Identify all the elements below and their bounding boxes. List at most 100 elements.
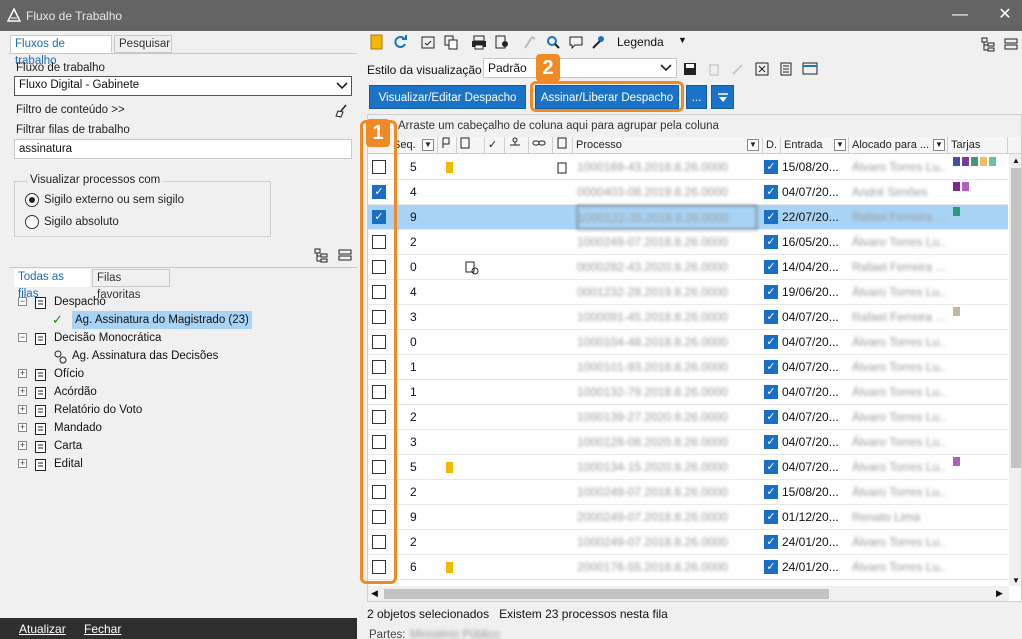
tree-node[interactable]: + Edital xyxy=(14,455,354,473)
column-flag[interactable] xyxy=(438,137,457,154)
table-row[interactable]: 3 1000128-08.2020.8.26.0000 ✓ 04/07/20... Ál… xyxy=(368,430,1008,455)
close-button[interactable]: Fechar xyxy=(84,622,121,636)
tree-expander-icon[interactable]: + xyxy=(18,441,27,450)
group-tree-icon[interactable] xyxy=(980,36,996,52)
broom-icon[interactable] xyxy=(334,103,350,119)
view-edit-dispatch-button[interactable]: Visualizar/Editar Despacho xyxy=(369,85,526,109)
tab-workflows[interactable]: Fluxos de trabalho xyxy=(10,35,112,67)
scroll-right-icon[interactable]: ▶ xyxy=(996,588,1003,599)
vertical-scrollbar[interactable]: ▲ ▼ xyxy=(1009,154,1021,586)
workflow-select[interactable]: Fluxo Digital - Gabinete xyxy=(14,76,352,96)
tab-search[interactable]: Pesquisar xyxy=(114,35,172,53)
search-user-icon[interactable] xyxy=(545,34,561,50)
tree-expander-icon[interactable]: + xyxy=(18,459,27,468)
export-excel-icon[interactable] xyxy=(754,61,770,77)
tree-expander-icon[interactable]: + xyxy=(18,405,27,414)
table-row[interactable]: 1 1000101-93.2018.8.26.0000 ✓ 04/07/20... Ál… xyxy=(368,355,1008,380)
filter-icon[interactable]: ▼ xyxy=(834,139,846,151)
table-row[interactable]: 5 1000134-15.2020.8.26.0000 ✓ 04/07/20... Ál… xyxy=(368,455,1008,480)
tab-all-queues[interactable]: Todas as filas xyxy=(14,269,90,300)
horizontal-scroll-thumb[interactable] xyxy=(384,589,829,599)
queue-filter-input[interactable]: assinatura xyxy=(14,139,352,159)
collapse-icon[interactable] xyxy=(1003,36,1019,52)
tree-node[interactable]: ✓ Ag. Assinatura do Magistrado (23) xyxy=(14,311,354,329)
table-row[interactable]: 5 1000169-43.2018.8.26.0000 ✓ 15/08/20... Ál… xyxy=(368,155,1008,180)
tree-expander-icon[interactable]: + xyxy=(18,387,27,396)
table-row[interactable]: 1 1000132-79.2018.8.26.0000 ✓ 04/07/20... Ál… xyxy=(368,380,1008,405)
tree-collapse-icon[interactable] xyxy=(337,247,353,263)
refresh-icon[interactable] xyxy=(392,34,408,50)
tree-node[interactable]: + Ofício xyxy=(14,365,354,383)
row-d-checkbox[interactable]: ✓ xyxy=(764,260,778,274)
radio-external-secrecy[interactable] xyxy=(25,193,39,207)
content-filter-link[interactable]: Filtro de conteúdo >> xyxy=(16,104,125,116)
table-row[interactable]: ✓ 9 1000122-35.2018.8.26.0000 ✓ 22/07/20... R… xyxy=(368,205,1008,230)
document-user-icon[interactable] xyxy=(494,34,510,50)
row-d-checkbox[interactable]: ✓ xyxy=(764,285,778,299)
table-row[interactable]: 2 1000249-07.2018.8.26.0000 ✓ 16/05/20... Ál… xyxy=(368,230,1008,255)
table-row[interactable]: 4 0001232-28.2019.8.26.0000 ✓ 19/06/20... Ál… xyxy=(368,280,1008,305)
tree-node[interactable]: + Acórdão xyxy=(14,383,354,401)
row-d-checkbox[interactable]: ✓ xyxy=(764,410,778,424)
tree-node[interactable]: − Decisão Monocrática xyxy=(14,329,354,347)
comment-icon[interactable] xyxy=(568,34,584,50)
column-seq[interactable]: Seq. ▼ xyxy=(390,137,438,154)
tree-node[interactable]: − Despacho xyxy=(14,293,354,311)
tree-expander-icon[interactable]: − xyxy=(18,333,27,342)
copy-icon[interactable] xyxy=(443,34,459,50)
layout-icon[interactable] xyxy=(802,61,818,77)
dropdown-actions-button[interactable] xyxy=(711,85,734,109)
row-d-checkbox[interactable]: ✓ xyxy=(764,485,778,499)
radio-absolute-secrecy[interactable] xyxy=(25,215,39,229)
tree-expand-icon[interactable] xyxy=(313,247,329,263)
horizontal-scrollbar[interactable]: ◀ ▶ xyxy=(368,586,1009,601)
calendar-check-icon[interactable] xyxy=(420,34,436,50)
row-d-checkbox[interactable]: ✓ xyxy=(764,460,778,474)
column-d[interactable]: D. xyxy=(763,137,781,154)
table-row[interactable]: 2 1000139-27.2020.8.26.0000 ✓ 04/07/20... Ál… xyxy=(368,405,1008,430)
legend-menu[interactable]: Legenda xyxy=(617,35,664,49)
scroll-left-icon[interactable]: ◀ xyxy=(371,588,378,599)
new-note-icon[interactable] xyxy=(369,34,385,50)
minimize-button[interactable]: — xyxy=(946,4,974,26)
row-d-checkbox[interactable]: ✓ xyxy=(764,235,778,249)
tab-favorite-queues[interactable]: Filas favoritas xyxy=(92,269,170,301)
column-link[interactable] xyxy=(529,137,553,154)
refresh-button[interactable]: Atualizar xyxy=(19,622,66,636)
column-process[interactable]: Processo ▼ xyxy=(573,137,763,154)
row-d-checkbox[interactable]: ✓ xyxy=(764,335,778,349)
column-doc[interactable] xyxy=(553,137,573,154)
tree-expander-icon[interactable]: + xyxy=(18,423,27,432)
scroll-down-icon[interactable]: ▼ xyxy=(1012,576,1020,585)
column-check[interactable]: ✓ xyxy=(485,137,505,154)
tree-node[interactable]: Ag. Assinatura das Decisões xyxy=(14,347,354,365)
row-d-checkbox[interactable]: ✓ xyxy=(764,185,778,199)
document-list-icon[interactable] xyxy=(778,61,794,77)
row-d-checkbox[interactable]: ✓ xyxy=(764,310,778,324)
row-d-checkbox[interactable]: ✓ xyxy=(764,435,778,449)
table-row[interactable]: 9 2000249-07.2018.8.26.0000 ✓ 01/12/20... Re… xyxy=(368,505,1008,530)
table-row[interactable]: ✓ 4 0000403-08.2019.8.26.0000 ✓ 04/07/20... A… xyxy=(368,180,1008,205)
column-tarjas[interactable]: Tarjas xyxy=(948,137,1008,154)
tree-expander-icon[interactable]: − xyxy=(18,297,27,306)
view-style-select[interactable]: Padrão xyxy=(483,58,677,78)
row-d-checkbox[interactable]: ✓ xyxy=(764,535,778,549)
filter-icon[interactable]: ▼ xyxy=(422,139,434,151)
column-alocado[interactable]: Alocado para ... ▼ xyxy=(849,137,948,154)
legend-dropdown-icon[interactable]: ▼ xyxy=(678,35,687,45)
close-window-button[interactable]: ✕ xyxy=(991,4,1019,26)
column-attach[interactable] xyxy=(457,137,485,154)
column-entrada[interactable]: Entrada ▼ xyxy=(781,137,849,154)
table-row[interactable]: 3 1000091-45.2018.8.26.0000 ✓ 04/07/20... Ra… xyxy=(368,305,1008,330)
tree-expander-icon[interactable]: + xyxy=(18,369,27,378)
table-row[interactable]: 6 2000176-55.2018.8.26.0000 ✓ 24/01/20... Ál… xyxy=(368,555,1008,580)
row-d-checkbox[interactable]: ✓ xyxy=(764,360,778,374)
assign-icon[interactable] xyxy=(591,34,607,50)
scroll-up-icon[interactable]: ▲ xyxy=(1012,156,1020,165)
column-hierarchy[interactable] xyxy=(505,137,529,154)
row-d-checkbox[interactable]: ✓ xyxy=(764,560,778,574)
row-d-checkbox[interactable]: ✓ xyxy=(764,510,778,524)
table-row[interactable]: 0 0000282-43.2020.8.26.0000 ✓ 14/04/20... Ra… xyxy=(368,255,1008,280)
print-icon[interactable] xyxy=(471,34,487,50)
table-row[interactable]: 2 1000249-07.2018.8.26.0000 ✓ 24/01/20... Ál… xyxy=(368,530,1008,555)
